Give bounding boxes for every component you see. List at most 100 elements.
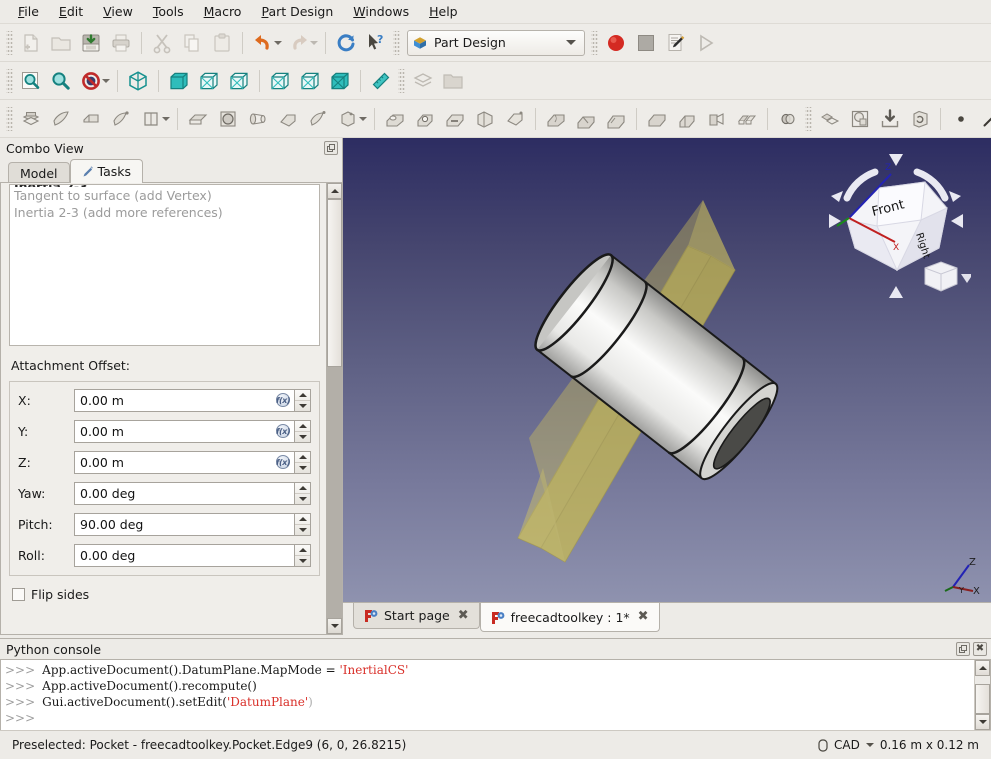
menu-help[interactable]: Help — [419, 1, 468, 22]
subtractive-pipe-button[interactable] — [500, 104, 530, 134]
close-icon[interactable]: ✖ — [458, 609, 469, 622]
stepper-down[interactable] — [295, 401, 310, 411]
additive-helix-button[interactable] — [303, 104, 333, 134]
new-document-button[interactable] — [16, 28, 46, 58]
polar-pattern-button[interactable] — [773, 104, 803, 134]
offset-x-stepper[interactable] — [294, 388, 311, 412]
stepper-up[interactable] — [295, 452, 310, 463]
offset-pitch-stepper[interactable] — [294, 512, 311, 536]
edit-sketch-button[interactable] — [76, 104, 106, 134]
menu-edit[interactable]: Edit — [49, 1, 93, 22]
top-view-button[interactable] — [194, 66, 224, 96]
layers-button[interactable] — [408, 66, 438, 96]
left-view-button[interactable] — [325, 66, 355, 96]
close-icon[interactable]: ✖ — [638, 610, 649, 623]
offset-yaw-input[interactable] — [74, 481, 294, 505]
macro-edit-button[interactable] — [661, 28, 691, 58]
map-sketch-button[interactable] — [106, 104, 136, 134]
reference-row[interactable]: Tangent to surface (add Vertex) — [14, 187, 315, 204]
offset-y-stepper[interactable] — [294, 419, 311, 443]
offset-z-input[interactable] — [74, 450, 294, 474]
whats-this-button[interactable]: ? — [361, 28, 391, 58]
offset-z-stepper[interactable] — [294, 450, 311, 474]
stepper-up[interactable] — [295, 390, 310, 401]
pocket-button[interactable] — [380, 104, 410, 134]
toolbar-grip[interactable] — [6, 30, 13, 55]
macro-stop-button[interactable] — [631, 28, 661, 58]
menu-view[interactable]: View — [93, 1, 143, 22]
doc-tab-start-page[interactable]: Start page ✖ — [353, 603, 480, 629]
float-icon[interactable] — [956, 642, 970, 656]
undo-dropdown-arrow[interactable] — [274, 40, 282, 45]
3d-viewport[interactable]: Front Right Z X Z X Y Start page ✖ freec… — [343, 138, 991, 635]
stepper-down[interactable] — [295, 463, 310, 473]
macro-execute-button[interactable] — [691, 28, 721, 58]
stepper-up[interactable] — [295, 421, 310, 432]
right-view-button[interactable] — [224, 66, 254, 96]
chevron-down-icon[interactable] — [865, 743, 874, 747]
additive-pipe-button[interactable] — [273, 104, 303, 134]
refresh-shape-button[interactable] — [905, 104, 935, 134]
mirrored-button[interactable] — [702, 104, 732, 134]
create-body-button[interactable] — [16, 104, 46, 134]
rear-view-button[interactable] — [265, 66, 295, 96]
fit-all-button[interactable] — [16, 66, 46, 96]
measure-button[interactable] — [366, 66, 396, 96]
toolbar-grip[interactable] — [393, 30, 400, 55]
paste-button[interactable] — [207, 28, 237, 58]
toolbar-grip[interactable] — [6, 68, 13, 93]
scroll-track[interactable] — [975, 676, 990, 714]
folder-button[interactable] — [438, 66, 468, 96]
chamfer-button[interactable] — [571, 104, 601, 134]
scroll-up-button[interactable] — [975, 660, 990, 676]
hole-button[interactable] — [410, 104, 440, 134]
thickness-button[interactable] — [642, 104, 672, 134]
linear-pattern-button[interactable] — [732, 104, 762, 134]
multi-transform-button[interactable] — [815, 104, 845, 134]
import-shape-button[interactable] — [875, 104, 905, 134]
refresh-button[interactable] — [331, 28, 361, 58]
stepper-up[interactable] — [295, 514, 310, 525]
tasks-panel-scrollbar[interactable] — [326, 183, 342, 634]
offset-roll-stepper[interactable] — [294, 543, 311, 567]
create-sketch-button[interactable] — [46, 104, 76, 134]
boolean-button[interactable] — [672, 104, 702, 134]
additive-loft-button[interactable] — [243, 104, 273, 134]
menu-file[interactable]: File — [8, 1, 49, 22]
save-document-button[interactable] — [76, 28, 106, 58]
redo-dropdown-arrow[interactable] — [310, 40, 318, 45]
fillet-button[interactable] — [541, 104, 571, 134]
bottom-view-button[interactable] — [295, 66, 325, 96]
fit-selection-button[interactable] — [46, 66, 76, 96]
reference-row[interactable]: Inertia 2-3 (add more references) — [14, 204, 315, 221]
unit-system-label[interactable]: CAD — [834, 738, 860, 752]
draw-style-dropdown-arrow[interactable] — [102, 78, 110, 83]
menu-macro[interactable]: Macro — [194, 1, 252, 22]
macro-record-button[interactable] — [601, 28, 631, 58]
scroll-down-button[interactable] — [327, 618, 342, 634]
stepper-up[interactable] — [295, 483, 310, 494]
create-point-button[interactable] — [946, 104, 976, 134]
datum-dropdown-arrow[interactable] — [162, 116, 170, 121]
flip-sides-checkbox[interactable] — [12, 588, 25, 601]
scroll-up-button[interactable] — [327, 183, 342, 199]
workbench-selector[interactable]: Part Design — [407, 29, 585, 56]
open-document-button[interactable] — [46, 28, 76, 58]
toolbar-grip[interactable] — [591, 30, 598, 55]
shape-binder-button[interactable] — [845, 104, 875, 134]
axonometric-view-button[interactable] — [123, 66, 153, 96]
toolbar-grip[interactable] — [6, 106, 13, 131]
revolution-button[interactable] — [213, 104, 243, 134]
offset-y-input[interactable] — [74, 419, 294, 443]
stepper-up[interactable] — [295, 545, 310, 556]
python-console-scrollbar[interactable] — [974, 660, 990, 730]
subtractive-loft-button[interactable] — [470, 104, 500, 134]
scroll-thumb[interactable] — [327, 199, 342, 367]
scroll-thumb[interactable] — [975, 684, 990, 714]
stepper-down[interactable] — [295, 556, 310, 566]
toolbar-grip[interactable] — [805, 106, 812, 131]
python-console-body[interactable]: >>> App.activeDocument().DatumPlane.MapMo… — [0, 659, 991, 730]
tab-tasks[interactable]: Tasks — [69, 159, 144, 183]
tab-model[interactable]: Model — [8, 162, 70, 183]
front-view-button[interactable] — [164, 66, 194, 96]
